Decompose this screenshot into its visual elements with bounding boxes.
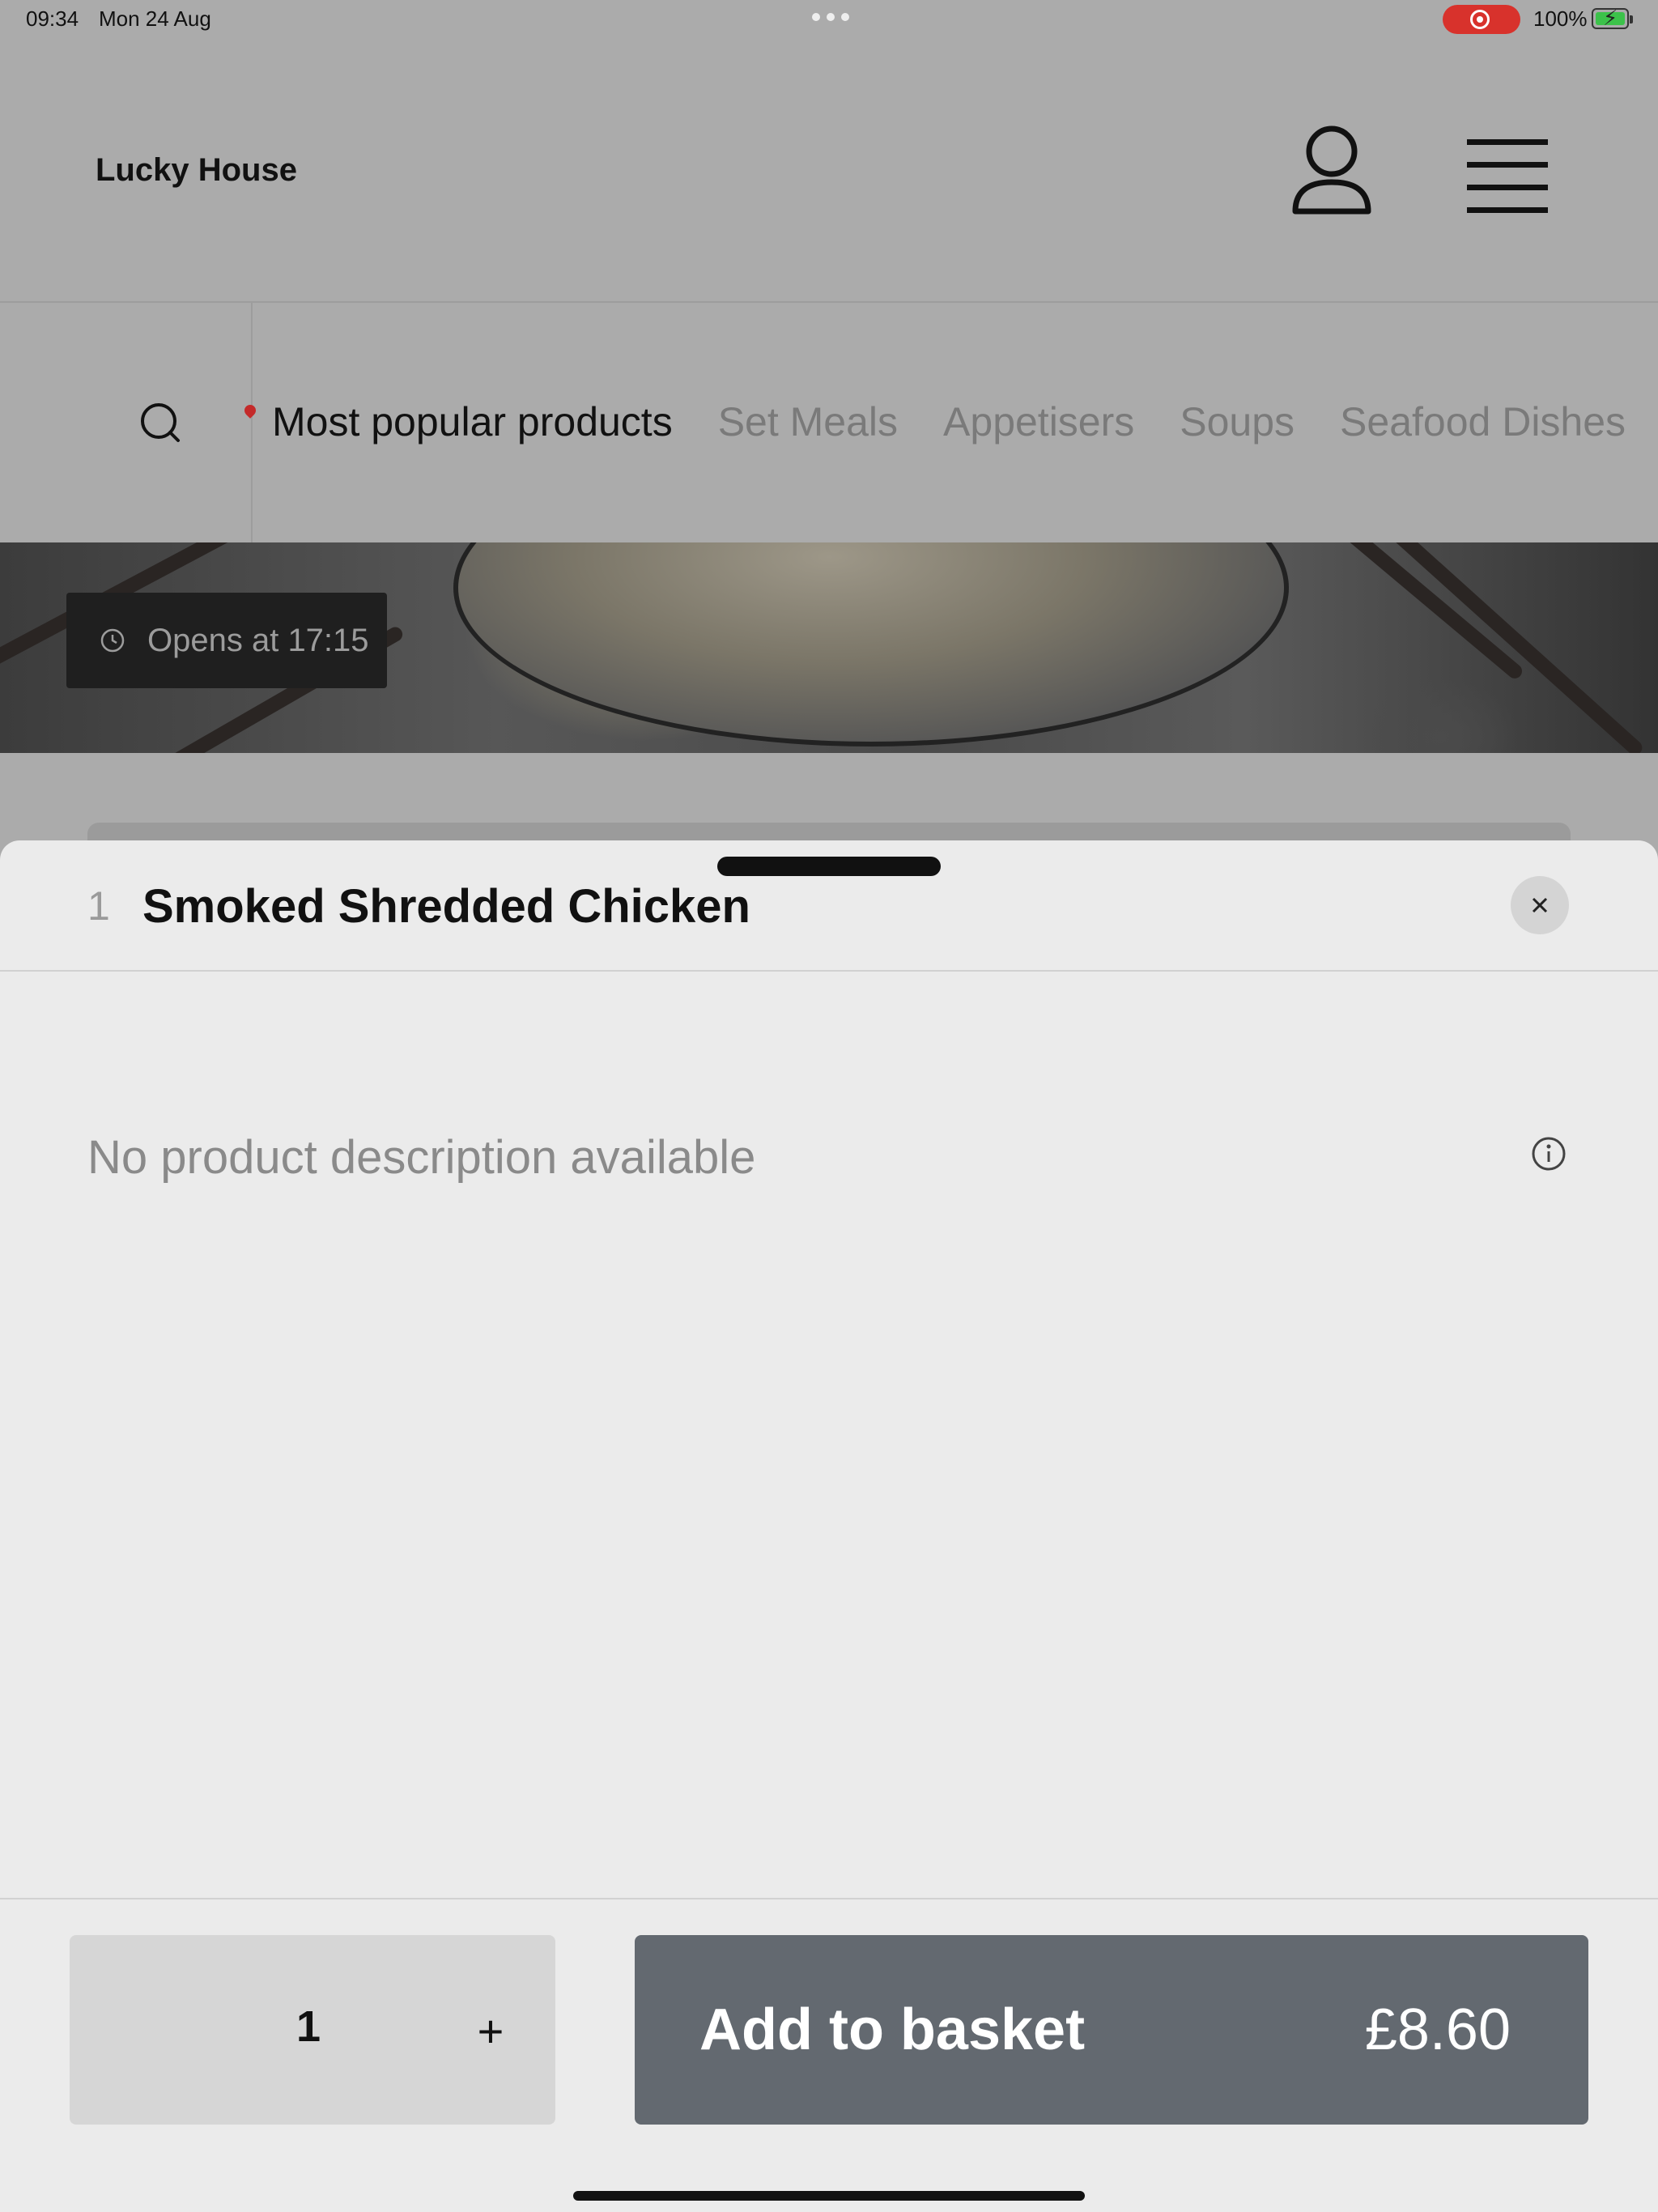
quantity-value: 1 xyxy=(296,2002,321,2051)
screen-recording-icon[interactable] xyxy=(1443,5,1520,34)
info-icon[interactable] xyxy=(1530,1135,1567,1172)
drag-handle[interactable] xyxy=(717,857,941,876)
product-sheet: 1 Smoked Shredded Chicken No product des… xyxy=(0,840,1658,2212)
hero-image: Opens at 17:15 xyxy=(0,542,1658,753)
battery-icon: ⚡ xyxy=(1592,6,1633,29)
sheet-footer: 1 + Add to basket £8.60 xyxy=(0,1898,1658,2212)
site-header: Lucky House xyxy=(0,39,1658,303)
hamburger-menu-icon[interactable] xyxy=(1457,136,1559,217)
close-icon[interactable] xyxy=(1511,876,1569,934)
tab-soups[interactable]: Soups xyxy=(1180,398,1295,445)
price-label: £8.60 xyxy=(1364,1997,1511,2062)
food-plate-image xyxy=(453,542,1289,747)
item-quantity-label: 1 xyxy=(87,883,110,929)
tab-most-popular-products[interactable]: Most popular products xyxy=(272,398,673,445)
nav-divider xyxy=(251,303,253,542)
clock-icon xyxy=(100,628,125,653)
status-bar: 09:34 Mon 24 Aug 100% ⚡ xyxy=(0,0,1658,39)
opening-time-text: Opens at 17:15 xyxy=(147,622,369,658)
category-nav: Most popular products Set Meals Appetise… xyxy=(0,303,1658,542)
battery-percentage: 100% xyxy=(1533,6,1588,31)
opening-time-badge: Opens at 17:15 xyxy=(66,593,387,688)
tab-appetisers[interactable]: Appetisers xyxy=(943,398,1134,445)
brand-name[interactable]: Lucky House xyxy=(96,152,297,189)
multitasking-dots-icon[interactable] xyxy=(812,13,849,21)
person-icon[interactable] xyxy=(1287,124,1376,221)
category-tabs: Most popular products Set Meals Appetise… xyxy=(272,398,1626,445)
popular-pin-icon xyxy=(242,402,258,419)
tab-set-meals[interactable]: Set Meals xyxy=(718,398,898,445)
quantity-stepper: 1 + xyxy=(70,1935,555,2125)
product-description: No product description available xyxy=(87,1131,756,1184)
home-indicator[interactable] xyxy=(573,2191,1085,2201)
chopstick-image xyxy=(1382,542,1646,753)
add-to-basket-button[interactable]: Add to basket £8.60 xyxy=(635,1935,1588,2125)
status-date: Mon 24 Aug xyxy=(99,6,211,31)
tab-seafood-dishes[interactable]: Seafood Dishes xyxy=(1340,398,1626,445)
add-to-basket-label: Add to basket xyxy=(699,1997,1086,2062)
product-title: Smoked Shredded Chicken xyxy=(142,880,750,933)
increase-quantity-button[interactable]: + xyxy=(450,1990,531,2071)
status-time: 09:34 xyxy=(26,6,79,31)
search-icon[interactable] xyxy=(121,384,199,462)
